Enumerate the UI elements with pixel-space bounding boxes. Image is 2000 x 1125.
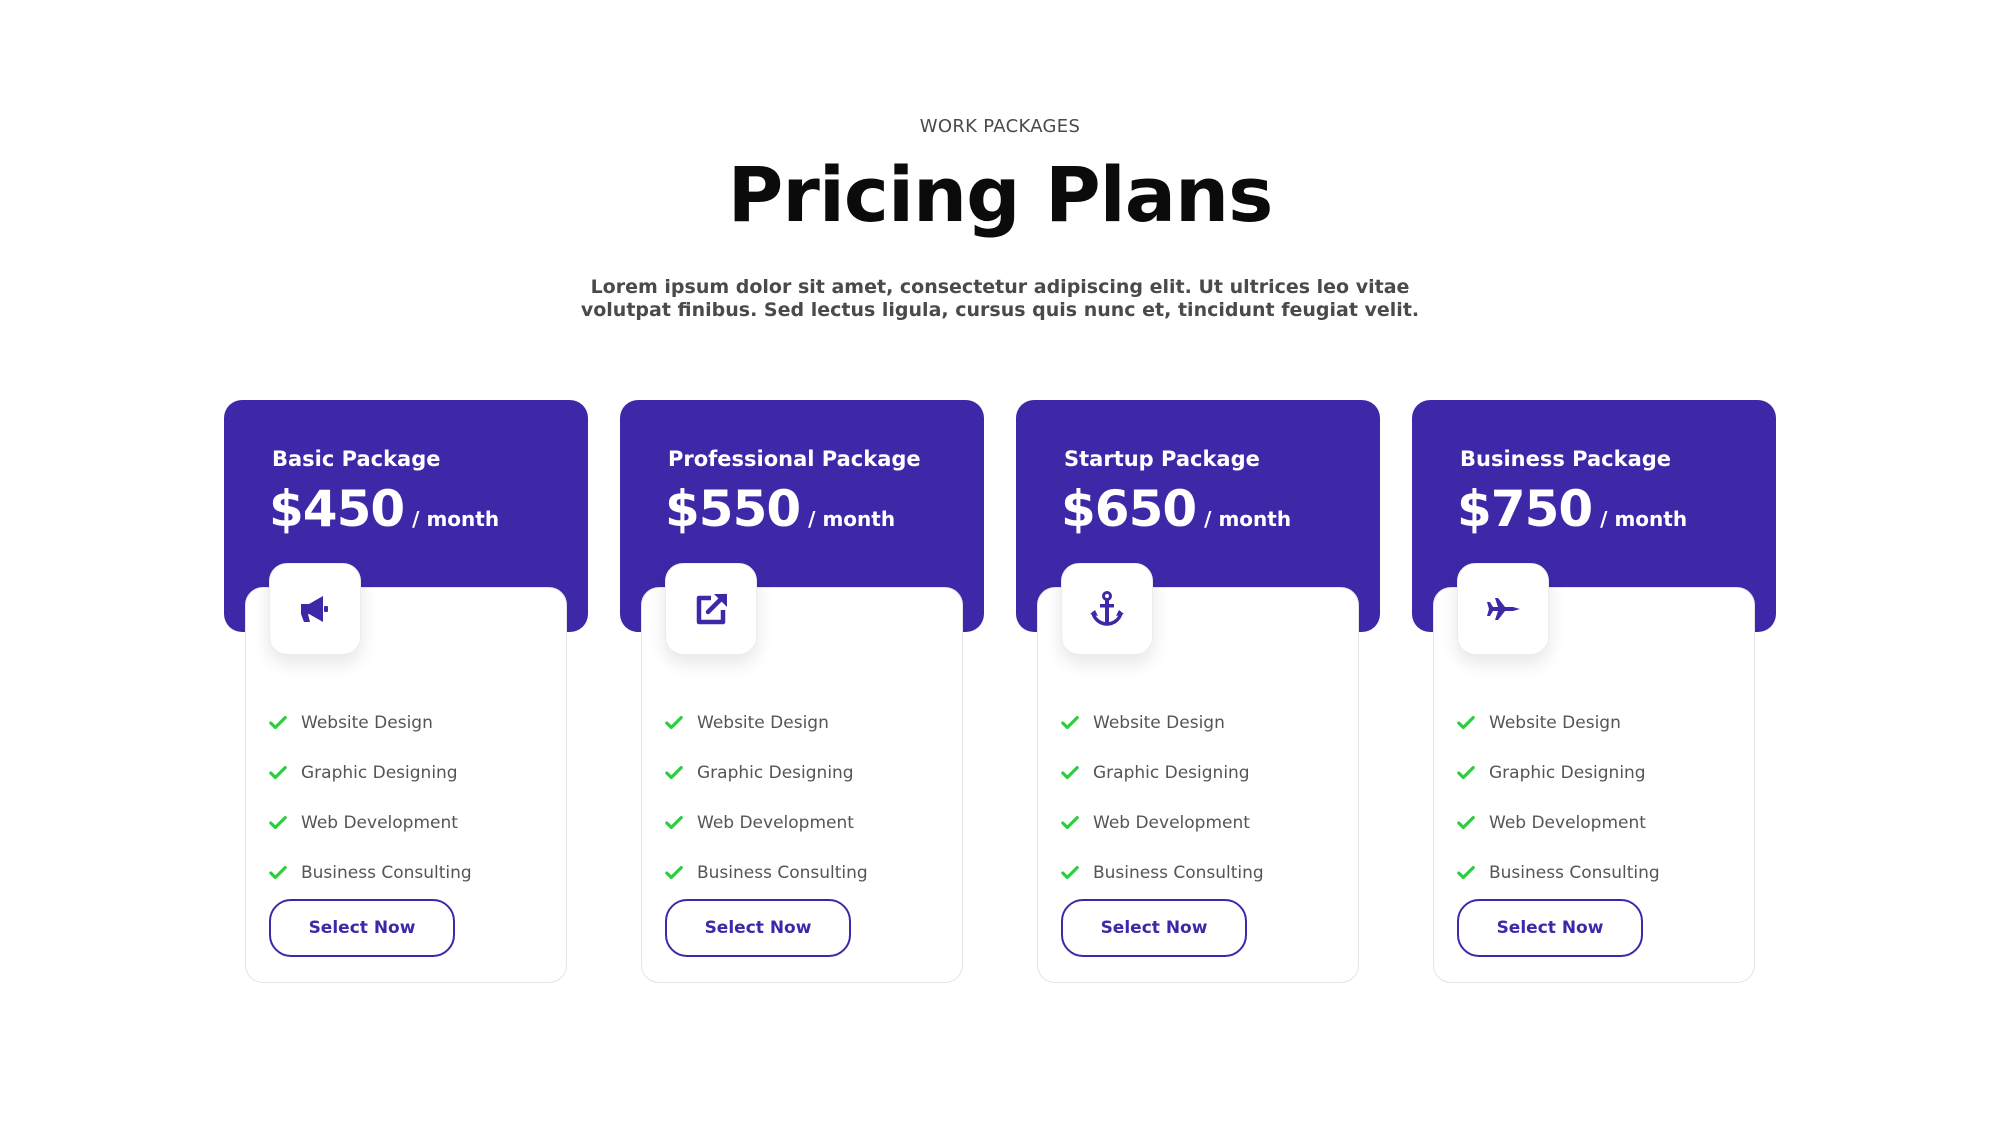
- check-icon: [1061, 814, 1079, 832]
- price: $450: [269, 480, 405, 538]
- price-row: $650 / month: [1061, 480, 1291, 538]
- feature-item: Graphic Designing: [1061, 748, 1264, 798]
- feature-label: Website Design: [1489, 713, 1621, 733]
- anchor-icon: [1061, 563, 1153, 655]
- feature-label: Business Consulting: [301, 863, 472, 883]
- feature-label: Business Consulting: [1093, 863, 1264, 883]
- check-icon: [1457, 814, 1475, 832]
- check-icon: [665, 764, 683, 782]
- select-now-button[interactable]: Select Now: [269, 899, 455, 957]
- feature-item: Website Design: [665, 698, 868, 748]
- package-name: Professional Package: [668, 447, 921, 471]
- package-name: Business Package: [1460, 447, 1672, 471]
- feature-label: Web Development: [1489, 813, 1646, 833]
- check-icon: [665, 864, 683, 882]
- price: $650: [1061, 480, 1197, 538]
- price: $750: [1457, 480, 1593, 538]
- billing-period: / month: [808, 507, 896, 531]
- feature-item: Website Design: [1457, 698, 1660, 748]
- feature-item: Business Consulting: [1457, 848, 1660, 898]
- feature-item: Web Development: [665, 798, 868, 848]
- check-icon: [1457, 714, 1475, 732]
- feature-item: Web Development: [1061, 798, 1264, 848]
- check-icon: [269, 714, 287, 732]
- check-icon: [269, 764, 287, 782]
- price: $550: [665, 480, 801, 538]
- feature-item: Web Development: [1457, 798, 1660, 848]
- eyebrow-label: WORK PACKAGES: [919, 116, 1081, 137]
- feature-item: Graphic Designing: [665, 748, 868, 798]
- check-icon: [1061, 714, 1079, 732]
- feature-label: Web Development: [697, 813, 854, 833]
- select-now-button[interactable]: Select Now: [1457, 899, 1643, 957]
- check-icon: [1457, 764, 1475, 782]
- page-title: Pricing Plans: [727, 150, 1274, 239]
- check-icon: [1457, 864, 1475, 882]
- pricing-card: Business Package $750 / month Website Des…: [1412, 400, 1776, 985]
- check-icon: [665, 714, 683, 732]
- check-icon: [665, 814, 683, 832]
- feature-list: Website Design Graphic Designing Web Devel…: [665, 698, 868, 898]
- feature-item: Business Consulting: [269, 848, 472, 898]
- feature-label: Website Design: [697, 713, 829, 733]
- pricing-card: Basic Package $450 / month Website Design…: [224, 400, 588, 985]
- feature-label: Web Development: [301, 813, 458, 833]
- feature-item: Graphic Designing: [269, 748, 472, 798]
- page-subtitle: Lorem ipsum dolor sit amet, consectetur …: [580, 276, 1420, 321]
- billing-period: / month: [412, 507, 500, 531]
- check-icon: [1061, 764, 1079, 782]
- feature-item: Business Consulting: [665, 848, 868, 898]
- pricing-card: Startup Package $650 / month Website Desi…: [1016, 400, 1380, 985]
- feature-label: Web Development: [1093, 813, 1250, 833]
- feature-item: Web Development: [269, 798, 472, 848]
- feature-item: Business Consulting: [1061, 848, 1264, 898]
- feature-label: Graphic Designing: [301, 763, 458, 783]
- feature-label: Website Design: [301, 713, 433, 733]
- feature-item: Graphic Designing: [1457, 748, 1660, 798]
- billing-period: / month: [1600, 507, 1688, 531]
- price-row: $550 / month: [665, 480, 895, 538]
- package-name: Basic Package: [272, 447, 441, 471]
- package-name: Startup Package: [1064, 447, 1260, 471]
- feature-list: Website Design Graphic Designing Web Devel…: [269, 698, 472, 898]
- feature-list: Website Design Graphic Designing Web Devel…: [1061, 698, 1264, 898]
- price-row: $450 / month: [269, 480, 499, 538]
- feature-item: Website Design: [1061, 698, 1264, 748]
- price-row: $750 / month: [1457, 480, 1687, 538]
- feature-label: Business Consulting: [1489, 863, 1660, 883]
- select-now-button[interactable]: Select Now: [1061, 899, 1247, 957]
- check-icon: [269, 814, 287, 832]
- feature-list: Website Design Graphic Designing Web Devel…: [1457, 698, 1660, 898]
- select-now-button[interactable]: Select Now: [665, 899, 851, 957]
- check-icon: [269, 864, 287, 882]
- feature-label: Graphic Designing: [697, 763, 854, 783]
- feature-item: Website Design: [269, 698, 472, 748]
- feature-label: Website Design: [1093, 713, 1225, 733]
- billing-period: / month: [1204, 507, 1292, 531]
- external-link-icon: [665, 563, 757, 655]
- feature-label: Business Consulting: [697, 863, 868, 883]
- fighter-jet-icon: [1457, 563, 1549, 655]
- feature-label: Graphic Designing: [1489, 763, 1646, 783]
- pricing-card: Professional Package $550 / month Website…: [620, 400, 984, 985]
- megaphone-icon: [269, 563, 361, 655]
- check-icon: [1061, 864, 1079, 882]
- feature-label: Graphic Designing: [1093, 763, 1250, 783]
